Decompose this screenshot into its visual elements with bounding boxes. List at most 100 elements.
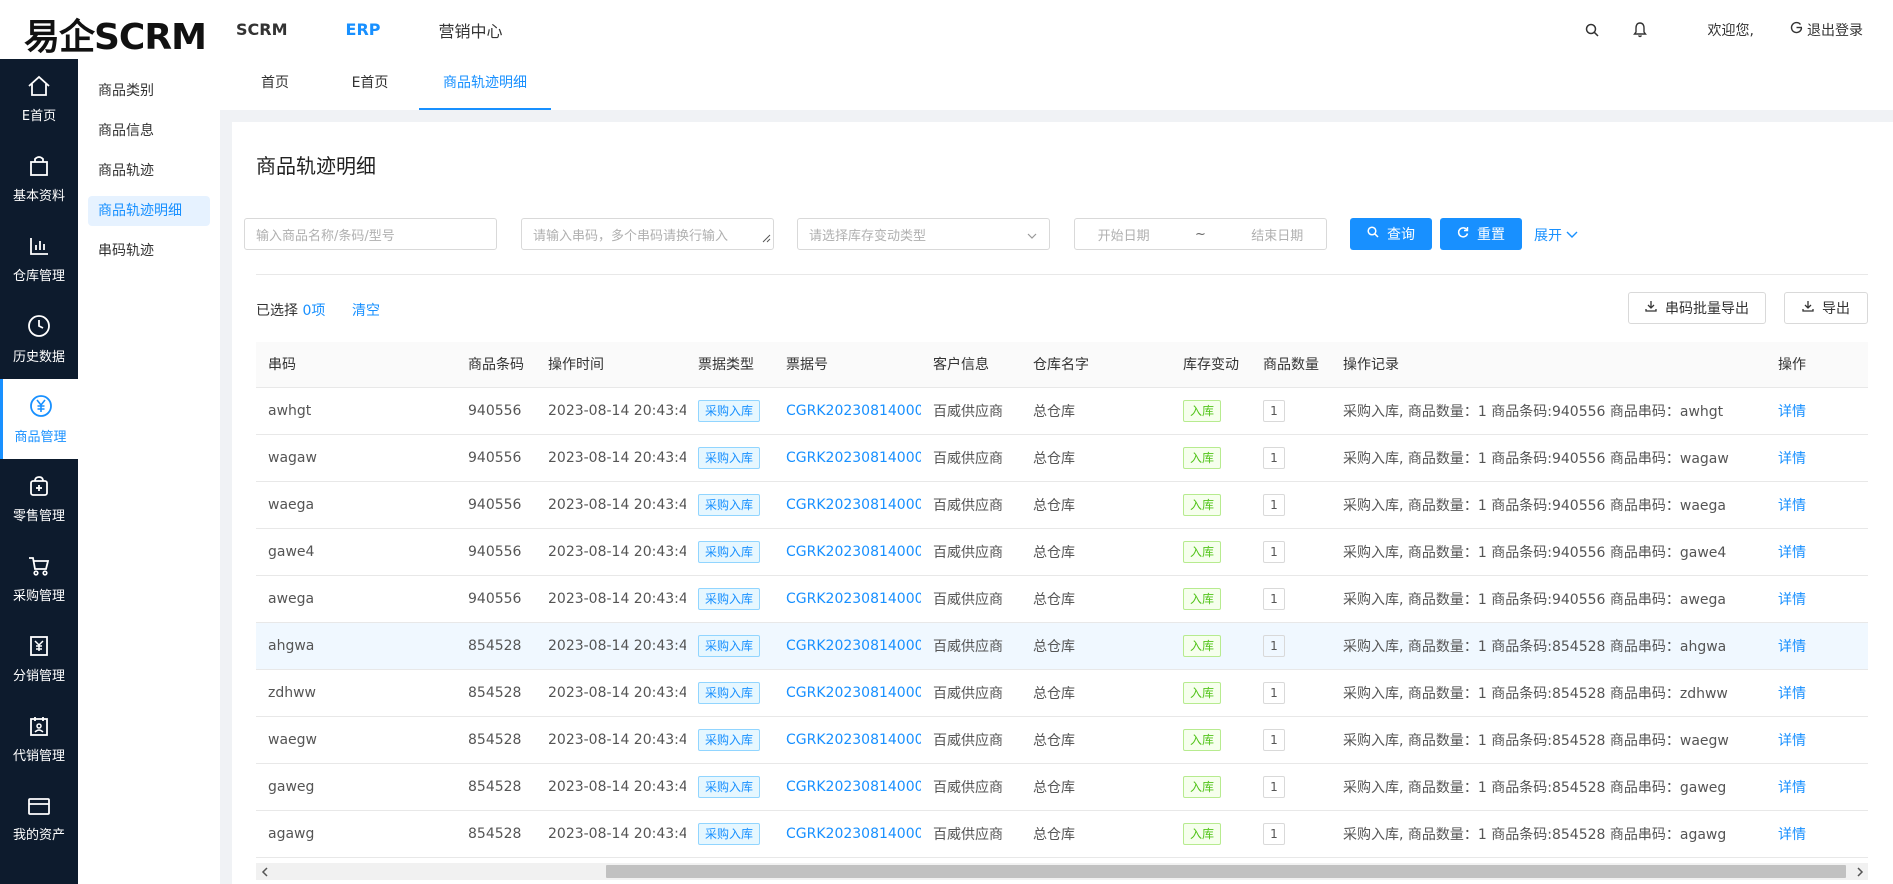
barcode-cell: 854528 [468, 731, 522, 748]
sidebar-item-e-home[interactable]: E首页 [0, 59, 78, 139]
sidebar-item-basic-data[interactable]: 基本资料 [0, 139, 78, 219]
end-date-placeholder[interactable]: 结束日期 [1251, 225, 1303, 244]
nav-scrm[interactable]: SCRM [236, 20, 288, 39]
detail-link[interactable]: 详情 [1778, 827, 1806, 843]
table-cell: 总仓库 [1021, 763, 1171, 811]
detail-link[interactable]: 详情 [1778, 592, 1806, 608]
resize-handle-icon[interactable] [762, 232, 771, 247]
horizontal-scrollbar[interactable] [256, 863, 1868, 880]
bill-no-link[interactable]: CGRK202308140001 [786, 497, 921, 513]
sidebar-item-retail[interactable]: 零售管理 [0, 459, 78, 539]
detail-link[interactable]: 详情 [1778, 545, 1806, 561]
bill-no-link[interactable]: CGRK202308140001 [786, 450, 921, 466]
search-icon[interactable] [1582, 20, 1602, 40]
scrollbar-thumb[interactable] [606, 865, 1846, 878]
table-cell: CGRK202308140001 [774, 622, 921, 670]
serial-textarea[interactable]: 请输入串码，多个串码请换行输入 [521, 218, 774, 250]
table-cell: waegw [256, 716, 456, 764]
detail-link[interactable]: 详情 [1778, 451, 1806, 467]
bell-icon[interactable] [1630, 20, 1650, 40]
submenu-item-info[interactable]: 商品信息 [88, 116, 210, 146]
scroll-right-icon[interactable] [1851, 863, 1868, 880]
table-cell: 入库 [1171, 387, 1251, 435]
table-row[interactable]: agawg 854528 2023-08-14 20:43:49 采购入库 CGRK20… [256, 810, 1868, 858]
export-button[interactable]: 导出 [1784, 292, 1868, 324]
submenu-item-serial-trace[interactable]: 串码轨迹 [88, 236, 210, 266]
column-header: 票据类型 [686, 342, 774, 388]
tab-home[interactable]: 首页 [250, 59, 300, 110]
table-row[interactable]: awhgt 940556 2023-08-14 20:43:49 采购入库 CGRK20… [256, 387, 1868, 435]
bill-no-link[interactable]: CGRK202308140001 [786, 732, 921, 748]
sidebar-item-warehouse[interactable]: 仓库管理 [0, 219, 78, 299]
export-label: 导出 [1822, 301, 1850, 317]
bill-no-link[interactable]: CGRK202308140001 [786, 638, 921, 654]
clear-selection-link[interactable]: 清空 [352, 300, 380, 320]
submenu-item-category[interactable]: 商品类别 [88, 76, 210, 106]
sidebar-item-history[interactable]: 历史数据 [0, 299, 78, 379]
sidebar-label: 基本资料 [12, 188, 65, 204]
reset-button[interactable]: 重置 [1440, 218, 1522, 250]
detail-link[interactable]: 详情 [1778, 733, 1806, 749]
table-cell: 1 [1251, 575, 1331, 623]
main-sidebar: E首页 基本资料 仓库管理 历史数据 商品管理 零售管理 采购管理 分销管理 代… [0, 59, 78, 884]
tab-trace-detail[interactable]: 商品轨迹明细 [419, 59, 551, 110]
bill-no-link[interactable]: CGRK202308140001 [786, 685, 921, 701]
detail-link[interactable]: 详情 [1778, 686, 1806, 702]
table-row[interactable]: waegw 854528 2023-08-14 20:43:49 采购入库 CGRK20… [256, 716, 1868, 764]
date-range-picker[interactable]: 开始日期 ~ 结束日期 [1074, 218, 1327, 250]
sidebar-item-product-management[interactable]: 商品管理 [0, 379, 78, 459]
customer-cell: 百威供应商 [933, 450, 1003, 467]
time-cell: 2023-08-14 20:43:49 [548, 825, 686, 842]
sidebar-item-consignment[interactable]: 代销管理 [0, 699, 78, 779]
table-cell: 854528 [456, 716, 536, 764]
scroll-left-icon[interactable] [256, 863, 273, 880]
submenu-item-trace-detail[interactable]: 商品轨迹明细 [88, 196, 210, 226]
record-cell: 采购入库, 商品数量：1 商品条码:854528 商品串码：agawg [1343, 826, 1727, 843]
sidebar-item-assets[interactable]: 我的资产 [0, 779, 78, 859]
bill-no-link[interactable]: CGRK202308140001 [786, 591, 921, 607]
top-header: 易企SCRM SCRM ERP 营销中心 欢迎您, 退出登录 [0, 0, 1893, 59]
change-type-select[interactable]: 请选择库存变动类型 [797, 218, 1050, 250]
product-search-placeholder: 输入商品名称/条码/型号 [256, 228, 395, 244]
start-date-placeholder[interactable]: 开始日期 [1098, 225, 1150, 244]
logout-button[interactable]: 退出登录 [1790, 20, 1863, 40]
submenu-item-trace[interactable]: 商品轨迹 [88, 156, 210, 186]
detail-link[interactable]: 详情 [1778, 639, 1806, 655]
qty-tag: 1 [1263, 822, 1285, 845]
bill-type-tag: 采购入库 [698, 775, 761, 798]
detail-link[interactable]: 详情 [1778, 498, 1806, 514]
tab-e-home[interactable]: E首页 [340, 59, 400, 110]
bill-no-link[interactable]: CGRK202308140001 [786, 544, 921, 560]
table-row[interactable]: awega 940556 2023-08-14 20:43:49 采购入库 CGRK20… [256, 575, 1868, 623]
table-row[interactable]: zdhww 854528 2023-08-14 20:43:49 采购入库 CGRK20… [256, 669, 1868, 717]
sidebar-item-distribution[interactable]: 分销管理 [0, 619, 78, 699]
table-row[interactable]: waega 940556 2023-08-14 20:43:49 采购入库 CGRK20… [256, 481, 1868, 529]
table-cell: 详情 [1766, 622, 1868, 670]
column-header: 串码 [256, 342, 456, 388]
bill-no-link[interactable]: CGRK202308140001 [786, 826, 921, 842]
query-label: 查询 [1387, 227, 1415, 243]
sidebar-item-purchase[interactable]: 采购管理 [0, 539, 78, 619]
table-cell: 2023-08-14 20:43:49 [536, 669, 686, 717]
nav-erp[interactable]: ERP [346, 20, 381, 39]
product-search-input[interactable]: 输入商品名称/条码/型号 [244, 218, 497, 250]
table-row[interactable]: ahgwa 854528 2023-08-14 20:43:49 采购入库 CGRK20… [256, 622, 1868, 670]
detail-link[interactable]: 详情 [1778, 780, 1806, 796]
table-row[interactable]: wagaw 940556 2023-08-14 20:43:49 采购入库 CGRK20… [256, 434, 1868, 482]
bill-no-link[interactable]: CGRK202308140001 [786, 403, 921, 419]
query-button[interactable]: 查询 [1350, 218, 1432, 250]
column-header: 商品数量 [1251, 342, 1331, 388]
export-serial-button[interactable]: 串码批量导出 [1628, 292, 1766, 324]
detail-link[interactable]: 详情 [1778, 404, 1806, 420]
table-row[interactable]: gawe4 940556 2023-08-14 20:43:49 采购入库 CGRK20… [256, 528, 1868, 576]
record-cell: 采购入库, 商品数量：1 商品条码:940556 商品串码：gawe4 [1343, 544, 1727, 561]
table-row[interactable]: gaweg 854528 2023-08-14 20:43:49 采购入库 CGRK20… [256, 763, 1868, 811]
header-actions: 欢迎您, 退出登录 [1582, 0, 1863, 59]
table-cell: 2023-08-14 20:43:49 [536, 434, 686, 482]
record-cell: 采购入库, 商品数量：1 商品条码:940556 商品串码：waega [1343, 497, 1726, 514]
table-cell: 2023-08-14 20:43:49 [536, 763, 686, 811]
nav-marketing[interactable]: 营销中心 [439, 18, 503, 42]
qty-tag: 1 [1263, 493, 1285, 516]
expand-toggle[interactable]: 展开 [1534, 225, 1578, 245]
bill-no-link[interactable]: CGRK202308140001 [786, 779, 921, 795]
